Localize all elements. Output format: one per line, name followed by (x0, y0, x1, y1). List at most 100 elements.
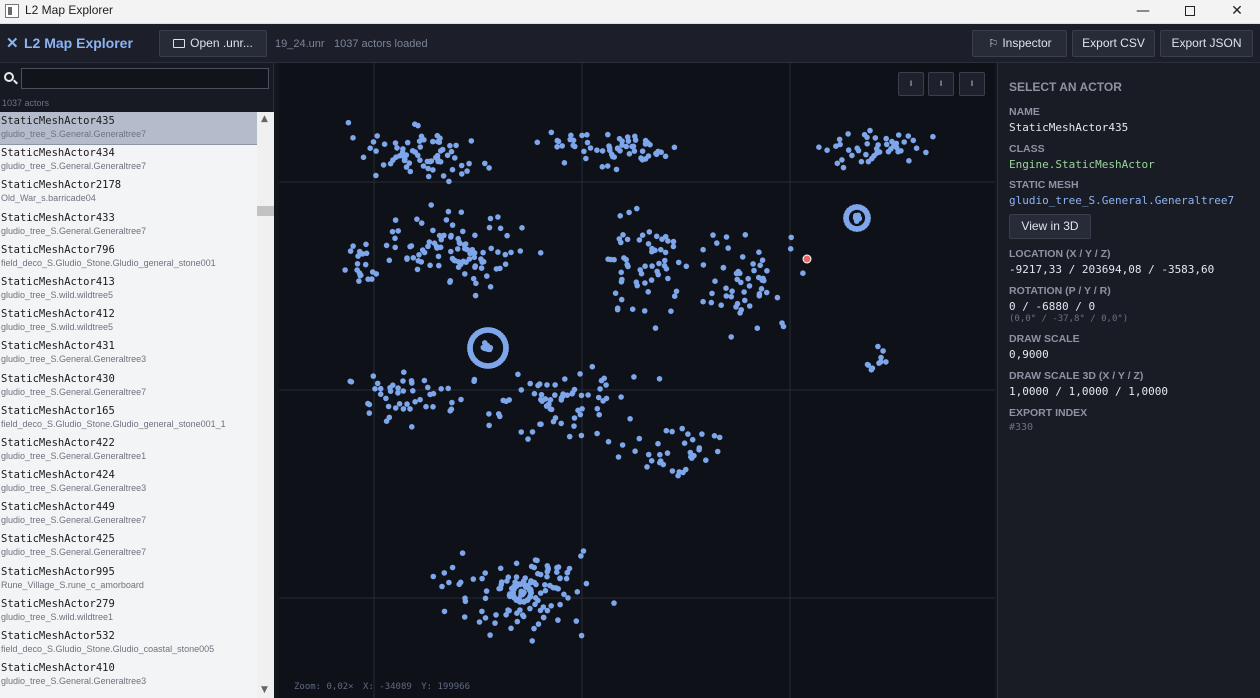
actor-point[interactable] (497, 565, 504, 572)
actor-point[interactable] (480, 249, 486, 256)
actor-point[interactable] (745, 275, 751, 282)
actor-point[interactable] (350, 243, 356, 249)
actor-point[interactable] (558, 420, 564, 427)
actor-point[interactable] (567, 136, 573, 143)
actor-point[interactable] (649, 245, 655, 252)
actor-point[interactable] (594, 147, 600, 153)
actor-point[interactable] (729, 288, 735, 294)
actor-point[interactable] (581, 148, 587, 155)
actor-point[interactable] (642, 263, 648, 269)
maximize-button[interactable] (1167, 0, 1213, 24)
actor-point[interactable] (381, 141, 388, 147)
actor-point[interactable] (645, 451, 652, 458)
actor-point[interactable] (662, 257, 668, 264)
actor-point[interactable] (883, 141, 890, 148)
actor-list-item[interactable]: StaticMeshActor430 gludio_tree_S.General.… (0, 370, 257, 402)
map-points[interactable] (279, 63, 995, 698)
actor-point[interactable] (675, 472, 681, 479)
actor-point[interactable] (363, 241, 369, 248)
actor-point[interactable] (449, 399, 455, 406)
actor-point[interactable] (883, 135, 889, 142)
actor-point[interactable] (836, 136, 843, 143)
actor-point[interactable] (737, 270, 743, 277)
actor-list-item[interactable]: StaticMeshActor434 gludio_tree_S.General.… (0, 144, 257, 176)
actor-point[interactable] (438, 236, 445, 243)
actor-point[interactable] (486, 411, 492, 417)
actor-point[interactable] (449, 564, 456, 571)
actor-point[interactable] (400, 378, 406, 384)
actor-point[interactable] (427, 262, 433, 269)
actor-point[interactable] (428, 202, 434, 208)
actor-point[interactable] (436, 262, 442, 269)
actor-point[interactable] (570, 142, 576, 149)
actor-point[interactable] (584, 132, 590, 138)
actor-point[interactable] (445, 385, 451, 392)
actor-point[interactable] (357, 272, 363, 279)
actor-point[interactable] (471, 376, 478, 383)
actor-point[interactable] (356, 278, 362, 284)
actor-point[interactable] (452, 155, 458, 161)
actor-point[interactable] (522, 575, 528, 581)
actor-point[interactable] (484, 342, 491, 349)
actor-point[interactable] (670, 238, 677, 245)
actor-points[interactable] (342, 119, 936, 644)
actor-point[interactable] (403, 164, 410, 170)
actor-point[interactable] (618, 279, 625, 285)
actor-point[interactable] (714, 448, 721, 455)
actor-point[interactable] (513, 560, 520, 567)
actor-point[interactable] (746, 283, 753, 289)
map-control-3[interactable]: ı (959, 72, 985, 96)
actor-point[interactable] (756, 249, 762, 255)
actor-point[interactable] (638, 270, 645, 277)
actor-point[interactable] (472, 232, 478, 239)
actor-point[interactable] (824, 147, 830, 153)
actor-point[interactable] (424, 158, 431, 165)
actor-point[interactable] (434, 132, 441, 139)
actor-point[interactable] (410, 255, 417, 261)
actor-point[interactable] (486, 224, 493, 231)
actor-point[interactable] (878, 354, 884, 361)
actor-point[interactable] (754, 325, 761, 332)
actor-point[interactable] (665, 275, 671, 282)
actor-point[interactable] (587, 145, 594, 151)
actor-point[interactable] (738, 279, 744, 286)
actor-point[interactable] (579, 406, 585, 412)
actor-point[interactable] (553, 585, 559, 591)
actor-point[interactable] (577, 371, 583, 377)
actor-point[interactable] (407, 243, 413, 250)
actor-point[interactable] (611, 600, 617, 606)
actor-point[interactable] (417, 396, 423, 403)
actor-point[interactable] (632, 448, 638, 455)
actor-point[interactable] (370, 373, 377, 379)
actor-point[interactable] (542, 582, 548, 588)
actor-point[interactable] (369, 276, 375, 282)
actor-point[interactable] (372, 386, 378, 392)
actor-point[interactable] (787, 246, 794, 252)
actor-point[interactable] (618, 239, 624, 246)
actor-point[interactable] (603, 382, 609, 388)
actor-point[interactable] (390, 157, 396, 163)
actor-point[interactable] (872, 135, 879, 141)
actor-list-item[interactable]: StaticMeshActor410 gludio_tree_S.General.… (0, 659, 257, 691)
actor-point[interactable] (497, 585, 504, 592)
actor-point[interactable] (508, 249, 514, 256)
actor-point[interactable] (816, 144, 822, 150)
actor-point[interactable] (466, 256, 473, 262)
actor-point[interactable] (675, 259, 682, 266)
export-csv-button[interactable]: Export CSV (1072, 30, 1155, 57)
actor-point[interactable] (839, 157, 845, 163)
actor-point[interactable] (668, 308, 674, 314)
actor-point[interactable] (392, 405, 399, 411)
actor-point[interactable] (619, 442, 626, 448)
actor-point[interactable] (664, 450, 671, 456)
actor-point[interactable] (462, 245, 468, 252)
actor-point[interactable] (383, 395, 389, 402)
actor-point[interactable] (504, 232, 510, 239)
actor-point[interactable] (594, 405, 601, 412)
actor-point[interactable] (865, 362, 872, 368)
actor-point[interactable] (720, 264, 727, 271)
actor-point[interactable] (518, 387, 525, 393)
actor-point[interactable] (548, 129, 555, 136)
actor-point[interactable] (759, 257, 766, 263)
actor-point[interactable] (714, 240, 720, 246)
